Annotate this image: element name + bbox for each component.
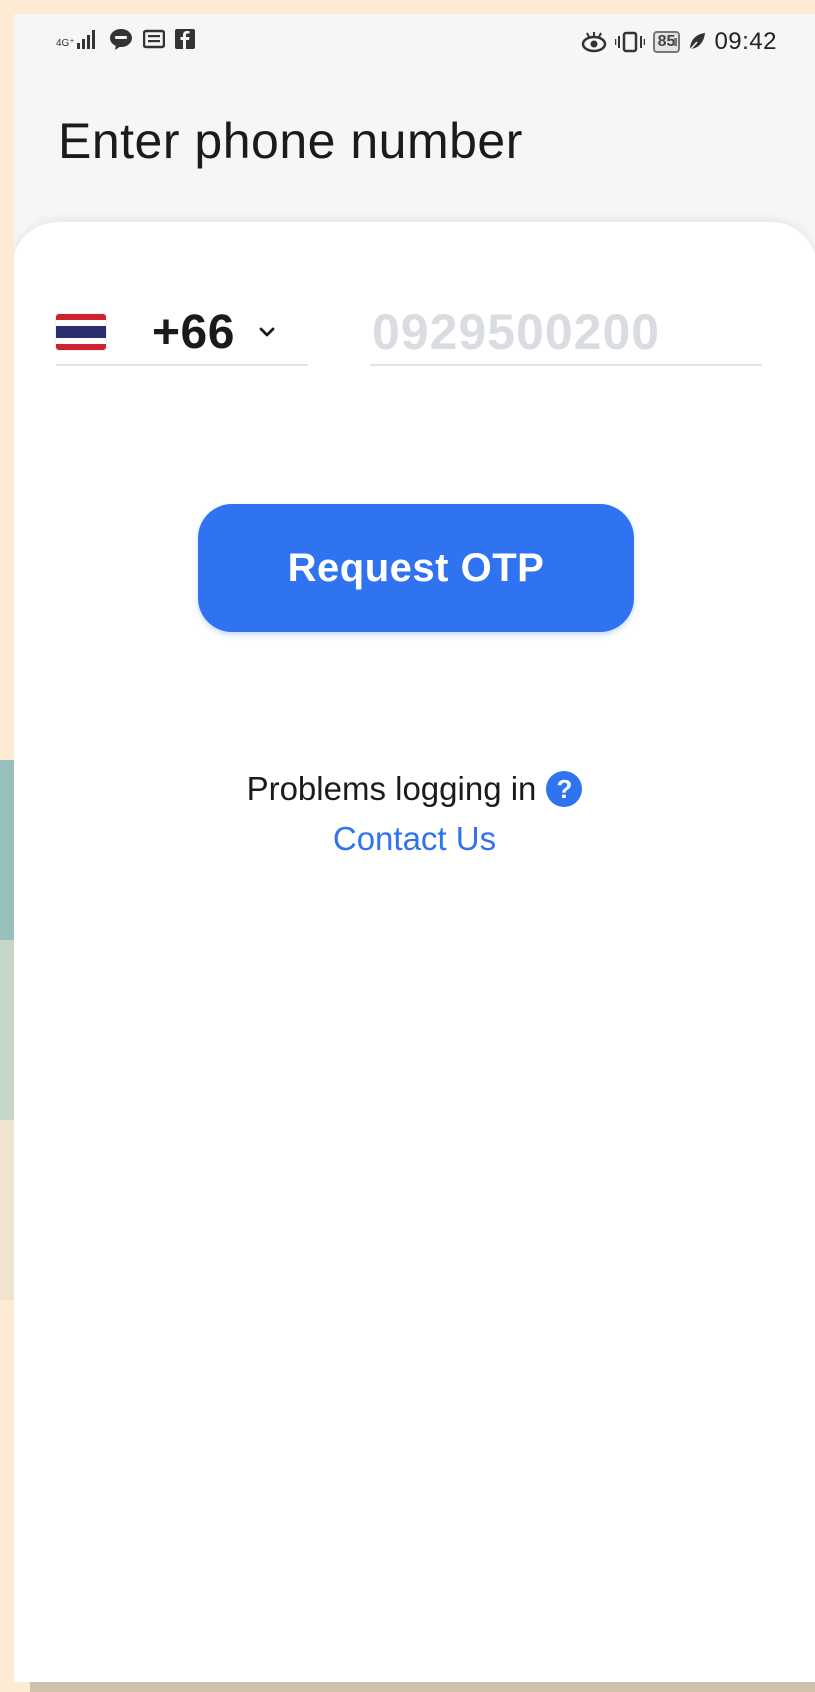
problems-logging-in-text: Problems logging in — [246, 770, 537, 807]
phone-screen: 4G⁺ 85 09:42 Enter phone number +66 0929… — [14, 14, 815, 1682]
battery-icon: 85 — [652, 31, 681, 53]
facebook-icon — [174, 29, 195, 49]
signal-icon — [76, 30, 95, 49]
help-question-icon[interactable]: ? — [546, 771, 583, 807]
status-time: 09:42 — [714, 28, 777, 55]
line-chat-icon — [109, 29, 132, 50]
country-dial-code: +66 — [152, 305, 235, 359]
phone-number-input[interactable] — [370, 300, 762, 366]
form-sheet: +66 Request OTP Problems logging in ? Co… — [14, 222, 815, 1682]
page-title: Enter phone number — [58, 113, 523, 169]
eye-comfort-icon — [581, 32, 606, 53]
network-label: 4G⁺ — [56, 38, 75, 49]
country-code-picker[interactable]: +66 — [56, 300, 308, 366]
network-indicator: 4G⁺ — [56, 29, 99, 49]
background-strip-sage — [0, 940, 14, 1120]
background-strip-sand — [0, 1120, 14, 1300]
message-icon — [142, 29, 165, 49]
thailand-flag-icon — [56, 314, 106, 350]
battery-cap — [674, 38, 678, 46]
background-strip-teal — [0, 760, 14, 940]
background-strip-bottom — [30, 1682, 815, 1692]
status-bar: 4G⁺ 85 09:42 — [14, 14, 815, 70]
status-bar-left: 4G⁺ — [56, 28, 195, 50]
leaf-icon — [688, 33, 706, 52]
request-otp-button[interactable]: Request OTP — [198, 504, 634, 632]
problems-logging-in: Problems logging in ? — [14, 770, 815, 808]
contact-us-link[interactable]: Contact Us — [14, 820, 815, 858]
status-bar-right: 85 09:42 — [581, 28, 777, 56]
chevron-down-icon — [257, 322, 277, 342]
vibrate-icon — [614, 31, 645, 53]
